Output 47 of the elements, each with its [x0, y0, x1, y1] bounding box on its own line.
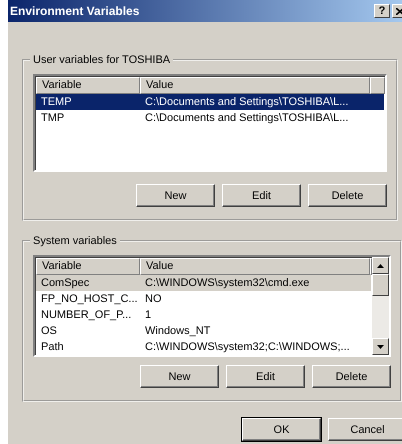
- list-row[interactable]: OS Windows_NT: [36, 323, 371, 339]
- variable-value: C:\Documents and Settings\TOSHIBA\L...: [144, 112, 348, 124]
- variable-value: NO: [144, 293, 162, 305]
- variable-value: Windows_NT: [144, 325, 210, 337]
- list-row[interactable]: NUMBER_OF_P... 1: [36, 307, 371, 323]
- group-title: System variables: [32, 235, 118, 247]
- scrollbar[interactable]: [372, 257, 389, 355]
- list-row[interactable]: Path C:\WINDOWS\system32;C:\WINDOWS;...: [36, 339, 371, 355]
- variable-value: 1: [144, 309, 152, 321]
- dialog-button[interactable]: Edit: [226, 365, 305, 388]
- close-icon: [396, 8, 402, 14]
- variable-name: OS: [40, 325, 58, 337]
- scroll-down-button[interactable]: [372, 338, 389, 355]
- dialog-button[interactable]: New: [136, 184, 215, 207]
- dialog-button[interactable]: Delete: [308, 184, 387, 207]
- help-button[interactable]: ?: [374, 4, 390, 18]
- variable-value: C:\WINDOWS\system32;C:\WINDOWS;...: [144, 341, 350, 353]
- scroll-up-arrow-icon: [377, 264, 384, 268]
- dialog-button[interactable]: Edit: [222, 184, 301, 207]
- variable-name: TMP: [40, 112, 66, 124]
- variable-name: FP_NO_HOST_C...: [40, 293, 139, 305]
- group-title: User variables for TOSHIBA: [32, 54, 172, 66]
- ok-button[interactable]: OK: [242, 418, 321, 441]
- window-title: Environment Variables: [10, 4, 140, 18]
- list-row[interactable]: TMP C:\Documents and Settings\TOSHIBA\L...: [36, 110, 384, 126]
- dialog-button[interactable]: New: [140, 365, 219, 388]
- variable-value: C:\WINDOWS\system32\cmd.exe: [144, 277, 310, 289]
- variable-name: TEMP: [40, 96, 73, 108]
- scroll-thumb[interactable]: [372, 274, 389, 296]
- list-row[interactable]: ComSpec C:\WINDOWS\system32\cmd.exe: [36, 275, 371, 291]
- column-header[interactable]: Variable: [36, 258, 140, 275]
- list-row[interactable]: FP_NO_HOST_C... NO: [36, 291, 371, 307]
- variable-name: NUMBER_OF_P...: [40, 309, 132, 321]
- column-header[interactable]: Variable: [36, 77, 140, 94]
- scroll-down-arrow-icon: [377, 344, 384, 348]
- list-row[interactable]: TEMP C:\Documents and Settings\TOSHIBA\L...: [36, 94, 384, 110]
- variable-name: Path: [40, 341, 65, 353]
- variables-list[interactable]: Variable Value ComSpec C:\WINDOWS\system32\cmd.exe FP_NO_HOST_C... NO NUMBER_OF_P... 1 OS Windows_NT Path C:\WINDOWS\system32;C:\WINDOWS;...: [33, 255, 391, 357]
- column-header[interactable]: Value: [140, 258, 370, 275]
- variable-name: ComSpec: [40, 277, 90, 289]
- scroll-up-button[interactable]: [372, 257, 389, 274]
- dialog-button[interactable]: Delete: [312, 365, 391, 388]
- column-header-filler: [370, 77, 385, 94]
- variables-list[interactable]: Variable Value TEMP C:\Documents and Settings\TOSHIBA\L... TMP C:\Documents and Settings\TOSHIBA\L...: [33, 74, 387, 172]
- cancel-button[interactable]: Cancel: [328, 418, 402, 441]
- variable-value: C:\Documents and Settings\TOSHIBA\L...: [144, 96, 348, 108]
- column-header[interactable]: Value: [140, 77, 370, 94]
